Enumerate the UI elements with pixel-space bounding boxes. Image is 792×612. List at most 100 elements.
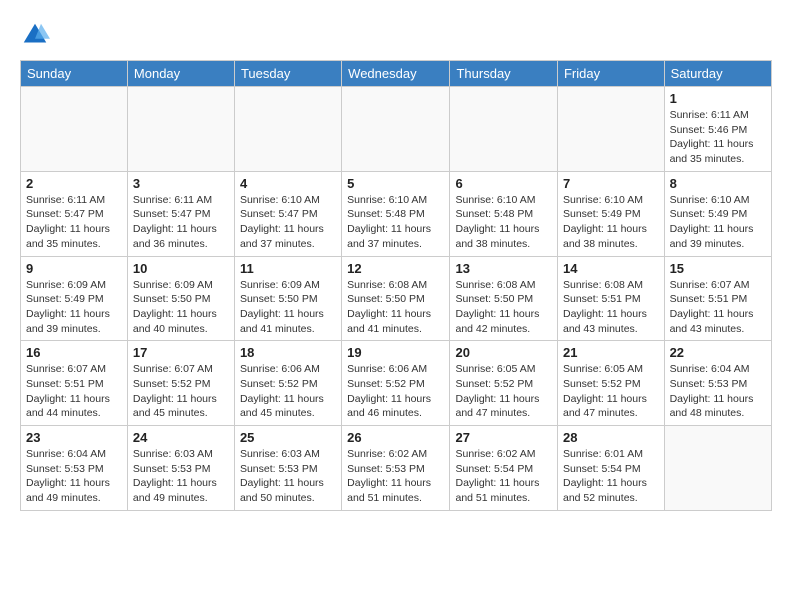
calendar-cell: 3 Sunrise: 6:11 AM Sunset: 5:47 PM Daylig… [127, 171, 234, 256]
calendar-cell [234, 87, 341, 172]
day-number: 20 [455, 345, 552, 360]
calendar-cell: 27 Sunrise: 6:02 AM Sunset: 5:54 PM Dayli… [450, 426, 558, 511]
calendar-header-saturday: Saturday [664, 61, 771, 87]
calendar-cell: 15 Sunrise: 6:07 AM Sunset: 5:51 PM Dayli… [664, 256, 771, 341]
day-info: Sunrise: 6:11 AM Sunset: 5:46 PM Dayligh… [670, 108, 766, 167]
day-number: 26 [347, 430, 444, 445]
day-number: 7 [563, 176, 659, 191]
day-number: 27 [455, 430, 552, 445]
calendar-cell: 10 Sunrise: 6:09 AM Sunset: 5:50 PM Dayli… [127, 256, 234, 341]
calendar-cell: 26 Sunrise: 6:02 AM Sunset: 5:53 PM Dayli… [342, 426, 450, 511]
day-number: 17 [133, 345, 229, 360]
day-info: Sunrise: 6:03 AM Sunset: 5:53 PM Dayligh… [240, 447, 336, 506]
day-info: Sunrise: 6:11 AM Sunset: 5:47 PM Dayligh… [133, 193, 229, 252]
calendar-cell [450, 87, 558, 172]
day-info: Sunrise: 6:08 AM Sunset: 5:51 PM Dayligh… [563, 278, 659, 337]
calendar-cell [21, 87, 128, 172]
calendar-cell: 12 Sunrise: 6:08 AM Sunset: 5:50 PM Dayli… [342, 256, 450, 341]
day-number: 11 [240, 261, 336, 276]
day-number: 12 [347, 261, 444, 276]
calendar-week-3: 9 Sunrise: 6:09 AM Sunset: 5:49 PM Daylig… [21, 256, 772, 341]
calendar-cell: 2 Sunrise: 6:11 AM Sunset: 5:47 PM Daylig… [21, 171, 128, 256]
calendar-cell: 5 Sunrise: 6:10 AM Sunset: 5:48 PM Daylig… [342, 171, 450, 256]
day-number: 10 [133, 261, 229, 276]
calendar-header-row: SundayMondayTuesdayWednesdayThursdayFrid… [21, 61, 772, 87]
day-info: Sunrise: 6:05 AM Sunset: 5:52 PM Dayligh… [455, 362, 552, 421]
calendar-cell: 16Sunrise: 6:07 AM Sunset: 5:51 PM Dayli… [21, 341, 128, 426]
calendar-cell: 23 Sunrise: 6:04 AM Sunset: 5:53 PM Dayli… [21, 426, 128, 511]
calendar-header-sunday: Sunday [21, 61, 128, 87]
day-info: Sunrise: 6:11 AM Sunset: 5:47 PM Dayligh… [26, 193, 122, 252]
calendar-cell: 25Sunrise: 6:03 AM Sunset: 5:53 PM Dayli… [234, 426, 341, 511]
day-info: Sunrise: 6:10 AM Sunset: 5:49 PM Dayligh… [563, 193, 659, 252]
calendar-cell: 17 Sunrise: 6:07 AM Sunset: 5:52 PM Dayli… [127, 341, 234, 426]
day-info: Sunrise: 6:02 AM Sunset: 5:53 PM Dayligh… [347, 447, 444, 506]
day-info: Sunrise: 6:03 AM Sunset: 5:53 PM Dayligh… [133, 447, 229, 506]
logo-icon [20, 20, 50, 50]
day-number: 23 [26, 430, 122, 445]
calendar-cell: 1 Sunrise: 6:11 AM Sunset: 5:46 PM Daylig… [664, 87, 771, 172]
day-number: 4 [240, 176, 336, 191]
day-number: 24 [133, 430, 229, 445]
calendar-cell: 4 Sunrise: 6:10 AM Sunset: 5:47 PM Daylig… [234, 171, 341, 256]
day-info: Sunrise: 6:04 AM Sunset: 5:53 PM Dayligh… [26, 447, 122, 506]
day-number: 18 [240, 345, 336, 360]
day-info: Sunrise: 6:07 AM Sunset: 5:52 PM Dayligh… [133, 362, 229, 421]
day-number: 6 [455, 176, 552, 191]
calendar-cell: 24 Sunrise: 6:03 AM Sunset: 5:53 PM Dayli… [127, 426, 234, 511]
calendar-header-wednesday: Wednesday [342, 61, 450, 87]
day-info: Sunrise: 6:09 AM Sunset: 5:50 PM Dayligh… [240, 278, 336, 337]
calendar-cell: 18 Sunrise: 6:06 AM Sunset: 5:52 PM Dayli… [234, 341, 341, 426]
day-info: Sunrise: 6:02 AM Sunset: 5:54 PM Dayligh… [455, 447, 552, 506]
day-number: 16 [26, 345, 122, 360]
day-number: 19 [347, 345, 444, 360]
calendar-week-4: 16Sunrise: 6:07 AM Sunset: 5:51 PM Dayli… [21, 341, 772, 426]
calendar-cell: 7 Sunrise: 6:10 AM Sunset: 5:49 PM Daylig… [557, 171, 664, 256]
calendar: SundayMondayTuesdayWednesdayThursdayFrid… [20, 60, 772, 511]
day-info: Sunrise: 6:09 AM Sunset: 5:49 PM Dayligh… [26, 278, 122, 337]
day-info: Sunrise: 6:04 AM Sunset: 5:53 PM Dayligh… [670, 362, 766, 421]
calendar-cell: 19 Sunrise: 6:06 AM Sunset: 5:52 PM Dayli… [342, 341, 450, 426]
day-info: Sunrise: 6:10 AM Sunset: 5:48 PM Dayligh… [455, 193, 552, 252]
calendar-cell: 8 Sunrise: 6:10 AM Sunset: 5:49 PM Daylig… [664, 171, 771, 256]
day-number: 21 [563, 345, 659, 360]
day-info: Sunrise: 6:08 AM Sunset: 5:50 PM Dayligh… [347, 278, 444, 337]
calendar-week-1: 1 Sunrise: 6:11 AM Sunset: 5:46 PM Daylig… [21, 87, 772, 172]
calendar-cell: 6 Sunrise: 6:10 AM Sunset: 5:48 PM Daylig… [450, 171, 558, 256]
calendar-cell [342, 87, 450, 172]
logo [20, 20, 54, 50]
day-info: Sunrise: 6:09 AM Sunset: 5:50 PM Dayligh… [133, 278, 229, 337]
day-number: 28 [563, 430, 659, 445]
day-info: Sunrise: 6:06 AM Sunset: 5:52 PM Dayligh… [240, 362, 336, 421]
calendar-cell: 20 Sunrise: 6:05 AM Sunset: 5:52 PM Dayli… [450, 341, 558, 426]
calendar-cell: 9 Sunrise: 6:09 AM Sunset: 5:49 PM Daylig… [21, 256, 128, 341]
day-info: Sunrise: 6:07 AM Sunset: 5:51 PM Dayligh… [670, 278, 766, 337]
calendar-cell [557, 87, 664, 172]
calendar-cell: 21Sunrise: 6:05 AM Sunset: 5:52 PM Dayli… [557, 341, 664, 426]
day-number: 2 [26, 176, 122, 191]
calendar-cell: 22Sunrise: 6:04 AM Sunset: 5:53 PM Dayli… [664, 341, 771, 426]
calendar-header-friday: Friday [557, 61, 664, 87]
day-number: 1 [670, 91, 766, 106]
calendar-header-thursday: Thursday [450, 61, 558, 87]
day-info: Sunrise: 6:10 AM Sunset: 5:49 PM Dayligh… [670, 193, 766, 252]
calendar-cell [664, 426, 771, 511]
calendar-body: 1 Sunrise: 6:11 AM Sunset: 5:46 PM Daylig… [21, 87, 772, 511]
day-number: 13 [455, 261, 552, 276]
day-info: Sunrise: 6:08 AM Sunset: 5:50 PM Dayligh… [455, 278, 552, 337]
day-number: 3 [133, 176, 229, 191]
day-number: 5 [347, 176, 444, 191]
day-info: Sunrise: 6:10 AM Sunset: 5:47 PM Dayligh… [240, 193, 336, 252]
day-info: Sunrise: 6:10 AM Sunset: 5:48 PM Dayligh… [347, 193, 444, 252]
calendar-cell: 28 Sunrise: 6:01 AM Sunset: 5:54 PM Dayli… [557, 426, 664, 511]
day-info: Sunrise: 6:06 AM Sunset: 5:52 PM Dayligh… [347, 362, 444, 421]
day-number: 9 [26, 261, 122, 276]
calendar-cell: 11 Sunrise: 6:09 AM Sunset: 5:50 PM Dayli… [234, 256, 341, 341]
calendar-cell: 13 Sunrise: 6:08 AM Sunset: 5:50 PM Dayli… [450, 256, 558, 341]
calendar-cell: 14Sunrise: 6:08 AM Sunset: 5:51 PM Dayli… [557, 256, 664, 341]
calendar-week-2: 2 Sunrise: 6:11 AM Sunset: 5:47 PM Daylig… [21, 171, 772, 256]
day-number: 15 [670, 261, 766, 276]
day-info: Sunrise: 6:01 AM Sunset: 5:54 PM Dayligh… [563, 447, 659, 506]
day-number: 8 [670, 176, 766, 191]
calendar-header-monday: Monday [127, 61, 234, 87]
